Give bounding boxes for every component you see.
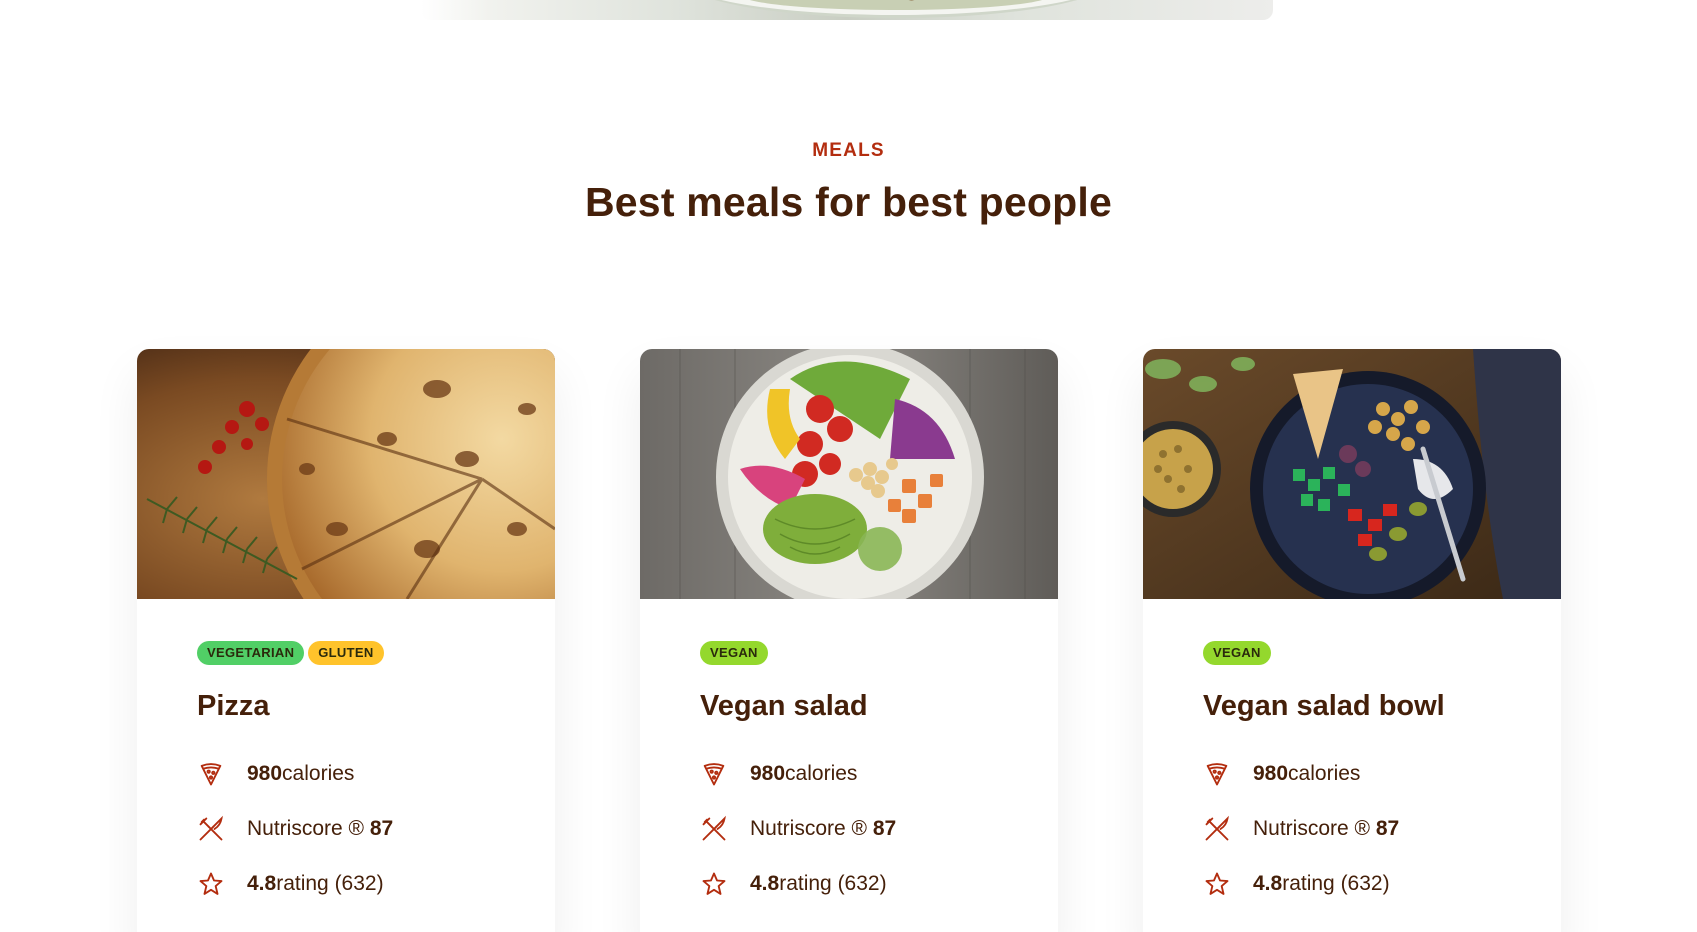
meal-attributes: 980 calories Nutriscore ® 87 4.8 rating … [1203,746,1561,911]
meal-attributes: 980 calories Nutriscore ® 87 4.8 rating … [700,746,1058,911]
meal-card-vegan-salad[interactable]: VEGAN Vegan salad 980 calories Nutriscor… [640,349,1058,932]
nutriscore-label: Nutriscore ® [1253,816,1370,840]
section-title: Best meals for best people [585,179,1112,225]
rating-value: 4.8 [247,871,277,895]
pizza-slice-icon [197,760,225,788]
calories-unit: calories [1288,761,1361,785]
calories-value: 980 [247,761,283,785]
meal-name: Vegan salad bowl [1203,690,1445,722]
utensils-icon [1203,815,1231,843]
meal-rating: 4.8 rating (632) [197,856,555,911]
hero-image-bottom [421,0,1273,20]
utensils-icon [700,815,728,843]
pizza-slice-icon [1203,760,1231,788]
calories-unit: calories [785,761,858,785]
tag-gluten: GLUTEN [308,641,384,665]
meal-nutriscore: Nutriscore ® 87 [1203,801,1561,856]
nutriscore-label: Nutriscore ® [247,816,364,840]
star-icon [197,870,225,898]
rating-text: rating (632) [276,871,384,895]
meal-card-vegan-salad-bowl[interactable]: VEGAN Vegan salad bowl 980 calories Nutr… [1143,349,1561,932]
nutriscore-value: 87 [1375,816,1400,840]
meal-rating: 4.8 rating (632) [700,856,1058,911]
meal-name: Vegan salad [700,690,868,722]
tag-vegan: VEGAN [700,641,768,665]
meal-nutriscore: Nutriscore ® 87 [197,801,555,856]
meal-name: Pizza [197,690,270,722]
nutriscore-label: Nutriscore ® [750,816,867,840]
rating-value: 4.8 [750,871,780,895]
meal-card-pizza[interactable]: VEGETARIAN GLUTEN Pizza 980 calories Nut… [137,349,555,932]
rating-text: rating (632) [1282,871,1390,895]
meal-nutriscore: Nutriscore ® 87 [700,801,1058,856]
section-eyebrow: MEALS [812,140,885,161]
meal-calories: 980 calories [700,746,1058,801]
tag-vegetarian: VEGETARIAN [197,641,305,665]
nutriscore-value: 87 [872,816,897,840]
utensils-icon [197,815,225,843]
rating-text: rating (632) [779,871,887,895]
calories-value: 980 [750,761,786,785]
meal-rating: 4.8 rating (632) [1203,856,1561,911]
meal-cards: VEGETARIAN GLUTEN Pizza 980 calories Nut… [137,349,1561,932]
salad-bowl-photo [1143,349,1561,599]
tag-vegan: VEGAN [1203,641,1271,665]
salad-photo [640,349,1058,599]
pizza-slice-icon [700,760,728,788]
meal-tags: VEGETARIAN GLUTEN [197,641,555,665]
calories-value: 980 [1253,761,1289,785]
meal-tags: VEGAN [1203,641,1561,665]
meals-section-header: MEALS Best meals for best people [0,138,1697,226]
meal-attributes: 980 calories Nutriscore ® 87 4.8 rating … [197,746,555,911]
nutriscore-value: 87 [369,816,394,840]
pizza-photo [137,349,555,599]
meal-calories: 980 calories [1203,746,1561,801]
rating-value: 4.8 [1253,871,1283,895]
meal-tags: VEGAN [700,641,1058,665]
calories-unit: calories [282,761,355,785]
star-icon [1203,870,1231,898]
star-icon [700,870,728,898]
meal-calories: 980 calories [197,746,555,801]
